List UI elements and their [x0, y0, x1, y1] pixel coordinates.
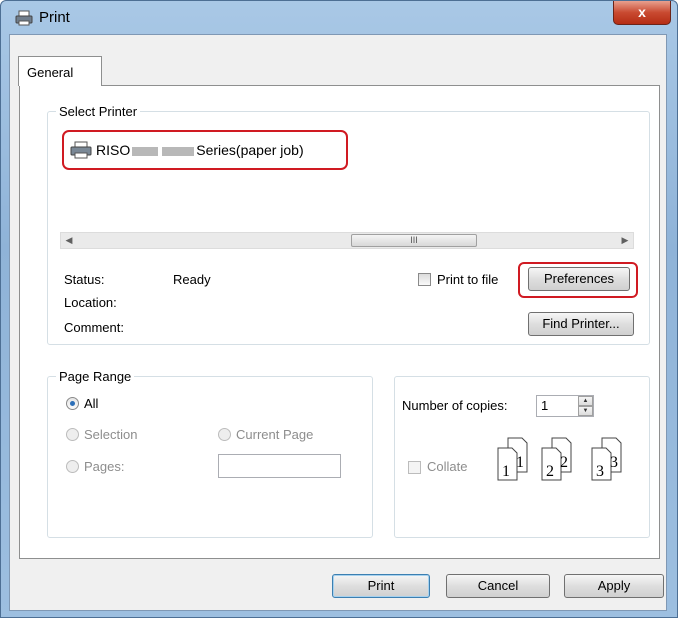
- radio-selection-label[interactable]: Selection: [84, 427, 137, 442]
- spin-down-icon[interactable]: ▼: [578, 406, 593, 416]
- redacted-text: [132, 146, 159, 156]
- collate-page-number: 3: [610, 454, 618, 471]
- page-range-legend: Page Range: [59, 369, 132, 384]
- print-button[interactable]: Print: [332, 574, 430, 598]
- number-of-copies-label: Number of copies:: [402, 398, 508, 413]
- printer-icon: [70, 141, 92, 159]
- collate-label[interactable]: Collate: [427, 459, 467, 474]
- find-printer-button[interactable]: Find Printer...: [528, 312, 634, 336]
- close-button[interactable]: x: [613, 1, 671, 25]
- cancel-button[interactable]: Cancel: [446, 574, 550, 598]
- copies-spinner[interactable]: ▲ ▼: [578, 396, 593, 416]
- radio-current-page[interactable]: [218, 428, 231, 441]
- printer-list-scrollbar[interactable]: ◀ III ▶: [60, 232, 634, 249]
- window-title: Print: [39, 9, 70, 26]
- radio-selection[interactable]: [66, 428, 79, 441]
- printer-icon: [15, 10, 33, 26]
- status-label: Status:: [64, 272, 105, 287]
- scroll-left-arrow-icon[interactable]: ◀: [61, 233, 77, 248]
- collate-page-number: 1: [516, 454, 524, 471]
- collate-pages-icon: 1 1: [497, 437, 528, 481]
- scrollbar-thumb[interactable]: III: [351, 234, 477, 247]
- select-printer-legend: Select Printer: [59, 104, 138, 119]
- radio-pages-label[interactable]: Pages:: [84, 459, 124, 474]
- comment-label: Comment:: [64, 320, 124, 335]
- apply-button[interactable]: Apply: [564, 574, 664, 598]
- collate-pages-icon: 3 3: [591, 437, 622, 481]
- scroll-right-arrow-icon[interactable]: ▶: [617, 233, 633, 248]
- pages-input[interactable]: [218, 454, 341, 478]
- radio-all-label[interactable]: All: [84, 396, 98, 411]
- redacted-text: [162, 146, 195, 156]
- print-to-file-label[interactable]: Print to file: [437, 272, 498, 287]
- tab-general[interactable]: General: [18, 56, 102, 86]
- location-label: Location:: [64, 295, 117, 310]
- radio-pages[interactable]: [66, 460, 79, 473]
- radio-current-page-label[interactable]: Current Page: [236, 427, 313, 442]
- collate-page-number: 2: [546, 463, 554, 480]
- collate-pages-icon: 2 2: [541, 437, 572, 481]
- preferences-button[interactable]: Preferences: [528, 267, 630, 291]
- title-bar[interactable]: Print x: [1, 1, 677, 35]
- printer-list-item[interactable]: RISO Series(paper job): [62, 130, 348, 170]
- status-value: Ready: [173, 272, 211, 287]
- collate-page-number: 1: [502, 463, 510, 480]
- printer-name: RISO Series(paper job): [96, 142, 304, 158]
- radio-all[interactable]: [66, 397, 79, 410]
- collate-page-number: 2: [560, 454, 568, 471]
- print-to-file-checkbox[interactable]: [418, 273, 431, 286]
- collate-page-number: 3: [596, 463, 604, 480]
- spin-up-icon[interactable]: ▲: [578, 396, 593, 406]
- collate-checkbox[interactable]: [408, 461, 421, 474]
